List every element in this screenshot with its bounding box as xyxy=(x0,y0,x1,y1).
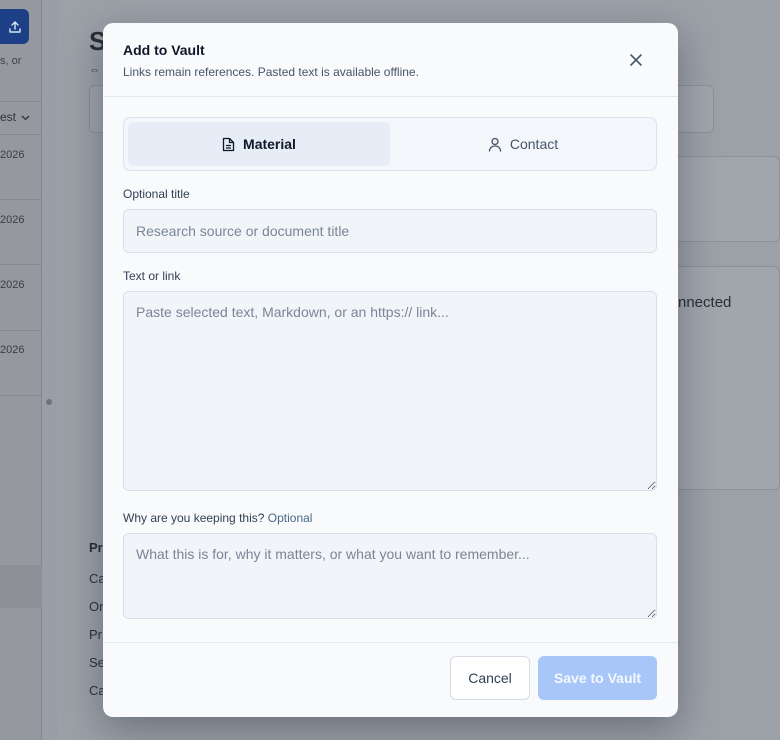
background-section-item: Pr xyxy=(89,627,102,642)
content-field-label: Text or link xyxy=(123,269,181,283)
tab-material[interactable]: Material xyxy=(128,122,390,166)
sort-text: est xyxy=(0,110,17,124)
reason-textarea[interactable] xyxy=(123,533,657,619)
divider xyxy=(0,101,42,102)
type-tabs: Material Contact xyxy=(123,117,657,171)
optional-tag: Optional xyxy=(267,511,313,525)
divider xyxy=(0,199,42,200)
background-sidebar-footer xyxy=(0,565,42,608)
dialog-header: Add to Vault Links remain references. Pa… xyxy=(103,23,678,97)
user-icon xyxy=(488,137,502,152)
background-hint-text: s, or xyxy=(0,55,22,67)
upload-button xyxy=(0,9,29,44)
divider xyxy=(0,395,42,396)
close-icon xyxy=(630,54,642,66)
close-button[interactable] xyxy=(624,48,648,72)
divider xyxy=(0,264,42,265)
title-field-label: Optional title xyxy=(123,187,190,201)
add-to-vault-dialog: Add to Vault Links remain references. Pa… xyxy=(103,23,678,717)
background-date: 2026 xyxy=(0,344,25,356)
background-date: 2026 xyxy=(0,149,25,161)
dialog-title: Add to Vault xyxy=(123,42,205,58)
cancel-button[interactable]: Cancel xyxy=(450,656,530,700)
tab-contact[interactable]: Contact xyxy=(392,122,654,166)
content-textarea[interactable] xyxy=(123,291,657,491)
background-date: 2026 xyxy=(0,214,25,226)
resize-handle xyxy=(46,399,52,405)
tab-material-label: Material xyxy=(243,136,296,152)
background-date: 2026 xyxy=(0,279,25,291)
reason-field-label: Why are you keeping this? Optional xyxy=(123,511,312,525)
background-sort-label: est xyxy=(0,110,30,124)
save-to-vault-button[interactable]: Save to Vault xyxy=(538,656,657,700)
divider xyxy=(0,134,42,135)
title-input[interactable] xyxy=(123,209,657,253)
dialog-subtitle: Links remain references. Pasted text is … xyxy=(123,65,419,79)
background-link-icon: ⇔ xyxy=(89,64,100,76)
reason-label-text: Why are you keeping this? xyxy=(123,511,265,525)
background-connected-text: nnected xyxy=(678,294,732,311)
divider xyxy=(0,330,42,331)
document-icon xyxy=(222,137,235,151)
chevron-down-icon xyxy=(21,115,30,121)
upload-icon xyxy=(8,20,21,33)
background-section-item: Or xyxy=(89,599,104,614)
tab-contact-label: Contact xyxy=(509,136,559,152)
background-section-title: Pr xyxy=(89,540,103,555)
dialog-footer: Cancel Save to Vault xyxy=(103,642,678,717)
